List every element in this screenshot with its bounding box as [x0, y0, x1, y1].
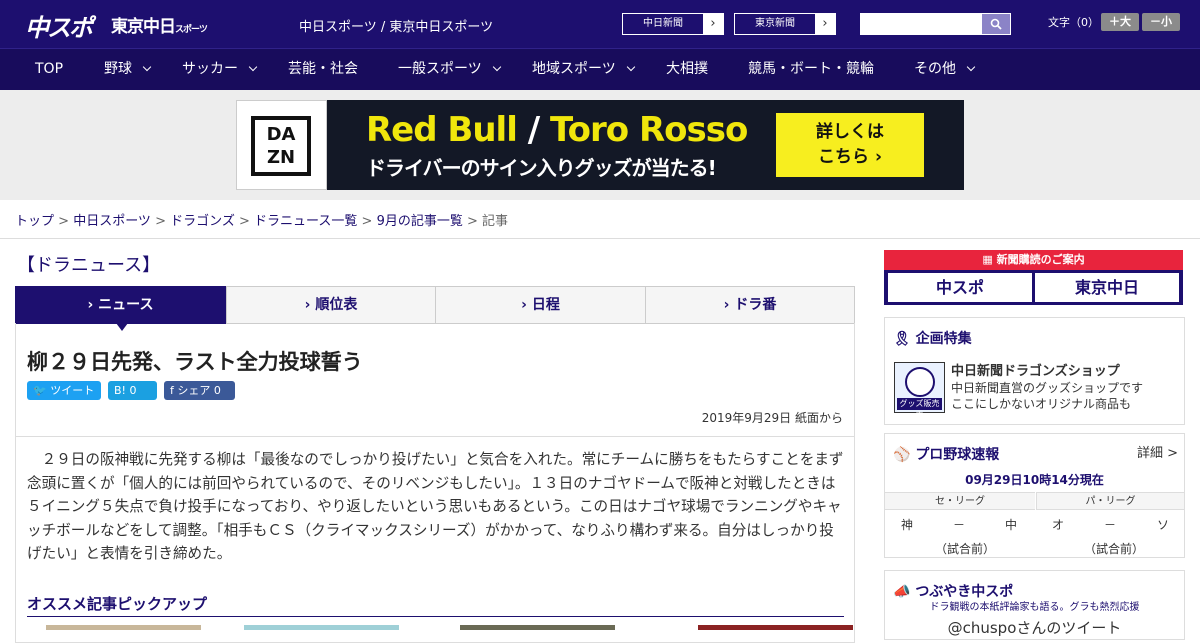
- subscribe-tokyo-chunichi[interactable]: 東京中日: [1035, 273, 1179, 302]
- breadcrumb-chuspo[interactable]: 中日スポーツ: [73, 214, 151, 229]
- dazn-logo: DA ZN: [236, 100, 327, 190]
- article-headline: 柳２９日先発、ラスト全力投球誓う: [27, 350, 363, 374]
- tab-bar: › ニュース › 順位表 › 日程 › ドラ番: [15, 286, 855, 331]
- breadcrumb-top[interactable]: トップ: [15, 214, 54, 229]
- game-status: （試合前）: [935, 542, 996, 556]
- tweet-button[interactable]: 🐦 ツイート: [27, 381, 101, 400]
- ribbon-icon: 🎗: [893, 331, 911, 347]
- chevron-right-icon: ›: [815, 14, 835, 34]
- tokyo-shimbun-link[interactable]: 東京新聞 ›: [734, 13, 836, 35]
- nav-other[interactable]: その他: [914, 49, 976, 91]
- subscription-heading: ▦ 新聞購読のご案内: [884, 250, 1183, 270]
- search-box[interactable]: [860, 13, 1011, 35]
- twitter-icon: 🐦: [33, 384, 47, 397]
- league-pacific: パ・リーグ: [1036, 492, 1184, 510]
- chunichi-shimbun-link[interactable]: 中日新聞 ›: [622, 13, 724, 35]
- divider: [16, 436, 854, 437]
- scores-detail-link[interactable]: 詳細 >: [1137, 442, 1178, 461]
- hatena-button[interactable]: B! 0: [108, 381, 157, 400]
- subscribe-chuspo[interactable]: 中スポ: [888, 273, 1032, 302]
- breadcrumb: トップ > 中日スポーツ > ドラゴンズ > ドラニュース一覧 > 9月の記事一…: [15, 214, 509, 229]
- nav-general-sports[interactable]: 一般スポーツ: [398, 49, 501, 91]
- score-sep: －: [1104, 518, 1117, 532]
- nav-baseball[interactable]: 野球: [104, 49, 152, 91]
- scores-timestamp: 09月29日10時14分現在: [965, 473, 1104, 487]
- chevron-down-icon: [492, 62, 501, 72]
- search-icon: [990, 18, 1002, 30]
- team-home[interactable]: オ: [1052, 516, 1064, 533]
- pickup-heading: オススメ記事ピックアップ: [27, 593, 844, 617]
- scores-card: ⚾ プロ野球速報 詳細 > 09月29日10時14分現在 セ・リーグ パ・リーグ…: [884, 433, 1185, 558]
- section-title: 【ドラニュース】: [17, 255, 161, 276]
- main-nav: TOP 野球 サッカー 芸能・社会 一般スポーツ 地域スポーツ 大相撲 競馬・ボ…: [0, 48, 1200, 90]
- facebook-share-button[interactable]: f シェア 0: [164, 381, 235, 400]
- article-panel: 柳２９日先発、ラスト全力投球誓う 🐦 ツイート B! 0 f シェア 0 201…: [15, 323, 855, 643]
- article-date: 2019年9月29日 紙面から: [701, 411, 843, 425]
- font-larger-button[interactable]: ＋大: [1101, 13, 1139, 31]
- tweet-account[interactable]: @chuspoさんのツイート: [885, 617, 1184, 638]
- pickup-thumbnail[interactable]: [698, 625, 853, 630]
- nav-racing[interactable]: 競馬・ボート・競輪: [748, 49, 874, 91]
- feature-card: 🎗 企画特集 グッズ販売中 中日新聞ドラゴンズショップ 中日新聞直営のグッズショ…: [884, 317, 1185, 425]
- site-tagline: 中日スポーツ / 東京中日スポーツ: [299, 20, 494, 35]
- nav-top[interactable]: TOP: [35, 49, 63, 91]
- pickup-thumbnail[interactable]: [460, 625, 615, 630]
- breadcrumb-news-list[interactable]: ドラニュース一覧: [254, 214, 357, 229]
- ad-banner[interactable]: DA ZN Red Bull / Toro Rosso ドライバーのサイン入りグッ…: [236, 100, 964, 190]
- breadcrumb-current: 記事: [482, 214, 509, 229]
- shop-description: 中日新聞直営のグッズショップです ここにしかないオリジナル商品も: [951, 381, 1144, 411]
- team-away[interactable]: 中: [1005, 516, 1017, 533]
- ad-title: Red Bull / Toro Rosso: [366, 110, 748, 150]
- nav-sumo[interactable]: 大相撲: [666, 49, 708, 91]
- newspaper-icon: ▦: [982, 253, 993, 266]
- pickup-thumbnail[interactable]: [46, 625, 201, 630]
- tokyo-chunichi-logo[interactable]: 東京中日スポーツ: [111, 12, 208, 37]
- score-sep: －: [953, 518, 966, 532]
- tab-dora-ban[interactable]: › ドラ番: [645, 286, 855, 324]
- chevron-down-icon: [248, 62, 258, 72]
- ad-cta-button[interactable]: 詳しくは こちら ›: [776, 113, 924, 177]
- tab-standings[interactable]: › 順位表: [226, 286, 436, 324]
- top-header: 中スポ 東京中日スポーツ 中日スポーツ / 東京中日スポーツ 中日新聞 › 東京新…: [0, 0, 1200, 48]
- game-status: （試合前）: [1084, 542, 1145, 556]
- tab-schedule[interactable]: › 日程: [435, 286, 646, 324]
- chevron-down-icon: [142, 62, 152, 72]
- nav-soccer[interactable]: サッカー: [182, 49, 258, 91]
- shop-image[interactable]: グッズ販売中: [894, 362, 945, 420]
- article-body: ２９日の阪神戦に先発する柳は「最後なのでしっかり投げたい」と気合を入れた。常にチ…: [27, 451, 844, 562]
- breadcrumb-month-list[interactable]: 9月の記事一覧: [377, 214, 463, 229]
- subscription-box[interactable]: ▦ 新聞購読のご案内 中スポ 東京中日: [884, 250, 1183, 305]
- breadcrumb-dragons[interactable]: ドラゴンズ: [170, 214, 235, 229]
- scores-title: ⚾ プロ野球速報: [893, 447, 1000, 463]
- divider: [0, 238, 1200, 239]
- shop-name[interactable]: 中日新聞ドラゴンズショップ: [951, 360, 1120, 379]
- chevron-right-icon: ›: [703, 14, 723, 34]
- font-smaller-button[interactable]: －小: [1142, 13, 1180, 31]
- search-button[interactable]: [982, 14, 1010, 34]
- chevron-down-icon: [966, 62, 976, 72]
- feature-title: 🎗 企画特集: [893, 331, 972, 347]
- nav-entertainment[interactable]: 芸能・社会: [288, 49, 358, 91]
- baseball-icon: ⚾: [893, 447, 911, 463]
- team-home[interactable]: 神: [901, 516, 913, 533]
- pickup-thumbnail[interactable]: [244, 625, 399, 630]
- chuspo-logo[interactable]: 中スポ: [25, 8, 93, 43]
- chevron-down-icon: [626, 62, 635, 72]
- team-away[interactable]: ソ: [1157, 516, 1169, 533]
- ad-subtitle: ドライバーのサイン入りグッズが当たる!: [366, 156, 717, 180]
- tab-news[interactable]: › ニュース: [15, 286, 226, 331]
- nav-local-sports[interactable]: 地域スポーツ: [532, 49, 635, 91]
- tweet-subtitle: ドラ観戦の本紙評論家も語る。グラも熱烈応援: [929, 602, 1140, 613]
- font-size-label: 文字（0）: [1048, 16, 1099, 29]
- league-central: セ・リーグ: [885, 492, 1035, 510]
